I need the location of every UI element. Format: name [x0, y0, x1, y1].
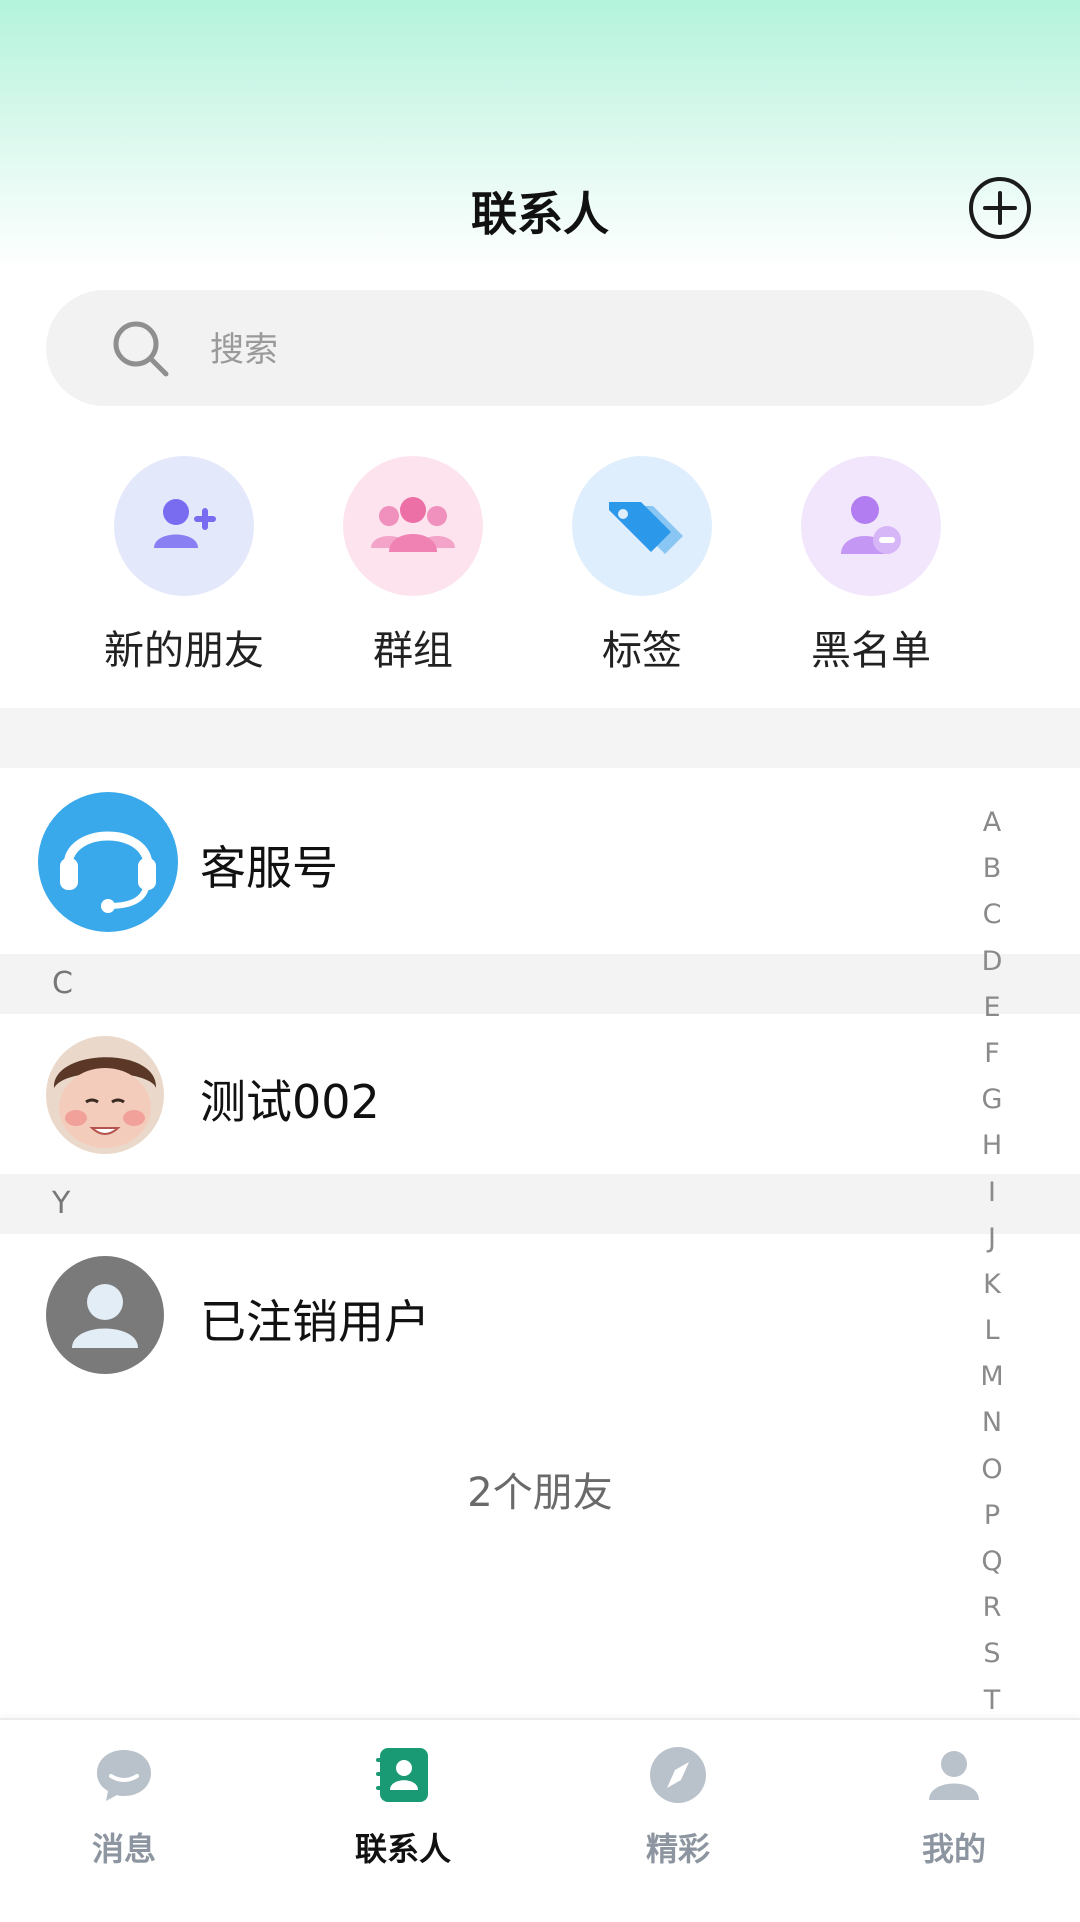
tab-discover[interactable]: 精彩 — [578, 1744, 778, 1870]
quick-action-label: 群组 — [373, 628, 453, 674]
section-divider — [0, 708, 1080, 768]
index-letter[interactable]: N — [962, 1400, 1022, 1446]
quick-action-tags[interactable]: 标签 — [532, 456, 752, 676]
quick-action-groups[interactable]: 群组 — [303, 456, 523, 676]
index-letter[interactable]: O — [962, 1447, 1022, 1493]
contact-row-service[interactable]: 客服号 — [0, 768, 1080, 954]
friend-count: 2个朋友 — [467, 1470, 613, 1516]
bottom-tab-bar: 消息 联系人 精彩 我的 — [0, 1718, 1080, 1922]
chat-bubble-icon — [97, 1750, 151, 1801]
contact-row[interactable]: 已注销用户 — [0, 1234, 1080, 1394]
index-letter[interactable]: F — [962, 1031, 1022, 1077]
index-letter[interactable]: T — [962, 1678, 1022, 1724]
contact-name: 已注销用户 — [200, 1295, 430, 1349]
tab-messages[interactable]: 消息 — [24, 1744, 224, 1870]
alphabet-index[interactable]: A B C D E F G H I J K L M N O P Q R S T — [962, 800, 1022, 1724]
quick-action-label: 新的朋友 — [104, 628, 264, 674]
page-title: 联系人 — [471, 187, 609, 241]
section-header-y: Y — [0, 1174, 1080, 1234]
group-icon — [343, 456, 483, 596]
index-letter[interactable]: J — [962, 1216, 1022, 1262]
person-icon — [929, 1751, 979, 1800]
index-letter[interactable]: G — [962, 1077, 1022, 1123]
index-letter[interactable]: B — [962, 846, 1022, 892]
quick-action-new-friends[interactable]: 新的朋友 — [74, 456, 294, 676]
index-letter[interactable]: P — [962, 1493, 1022, 1539]
index-letter[interactable]: D — [962, 939, 1022, 985]
search-input[interactable] — [208, 324, 812, 376]
index-letter[interactable]: I — [962, 1170, 1022, 1216]
tab-me[interactable]: 我的 — [854, 1744, 1054, 1870]
tab-label: 联系人 — [354, 1830, 451, 1868]
index-letter[interactable]: Q — [962, 1539, 1022, 1585]
section-header-c: C — [0, 954, 1080, 1014]
add-button[interactable] — [968, 176, 1032, 240]
tab-label: 精彩 — [645, 1830, 710, 1868]
add-friend-icon — [114, 456, 254, 596]
default-avatar-icon — [46, 1256, 164, 1374]
avatar — [46, 1036, 164, 1154]
index-letter[interactable]: A — [962, 800, 1022, 846]
quick-action-label: 黑名单 — [811, 628, 931, 674]
search-icon — [113, 321, 169, 377]
index-letter[interactable]: L — [962, 1308, 1022, 1354]
search-bar[interactable] — [46, 290, 1034, 406]
section-letter: C — [52, 966, 73, 1001]
contact-name: 测试002 — [200, 1075, 380, 1129]
headset-icon — [38, 792, 178, 932]
contact-name: 客服号 — [200, 841, 338, 895]
index-letter[interactable]: R — [962, 1585, 1022, 1631]
quick-action-blacklist[interactable]: 黑名单 — [761, 456, 981, 676]
tab-label: 我的 — [921, 1830, 986, 1868]
quick-action-label: 标签 — [602, 628, 682, 674]
plus-circle-icon — [969, 177, 1031, 239]
tab-label: 消息 — [91, 1830, 156, 1868]
contacts-icon — [376, 1748, 428, 1802]
index-letter[interactable]: K — [962, 1262, 1022, 1308]
compass-icon — [650, 1747, 706, 1803]
contact-row[interactable]: 测试002 — [0, 1014, 1080, 1174]
index-letter[interactable]: C — [962, 892, 1022, 938]
tag-icon — [572, 456, 712, 596]
index-letter[interactable]: S — [962, 1631, 1022, 1677]
tab-contacts[interactable]: 联系人 — [303, 1744, 503, 1870]
section-letter: Y — [52, 1186, 71, 1221]
index-letter[interactable]: E — [962, 985, 1022, 1031]
index-letter[interactable]: M — [962, 1354, 1022, 1400]
blacklist-icon — [801, 456, 941, 596]
index-letter[interactable]: H — [962, 1123, 1022, 1169]
